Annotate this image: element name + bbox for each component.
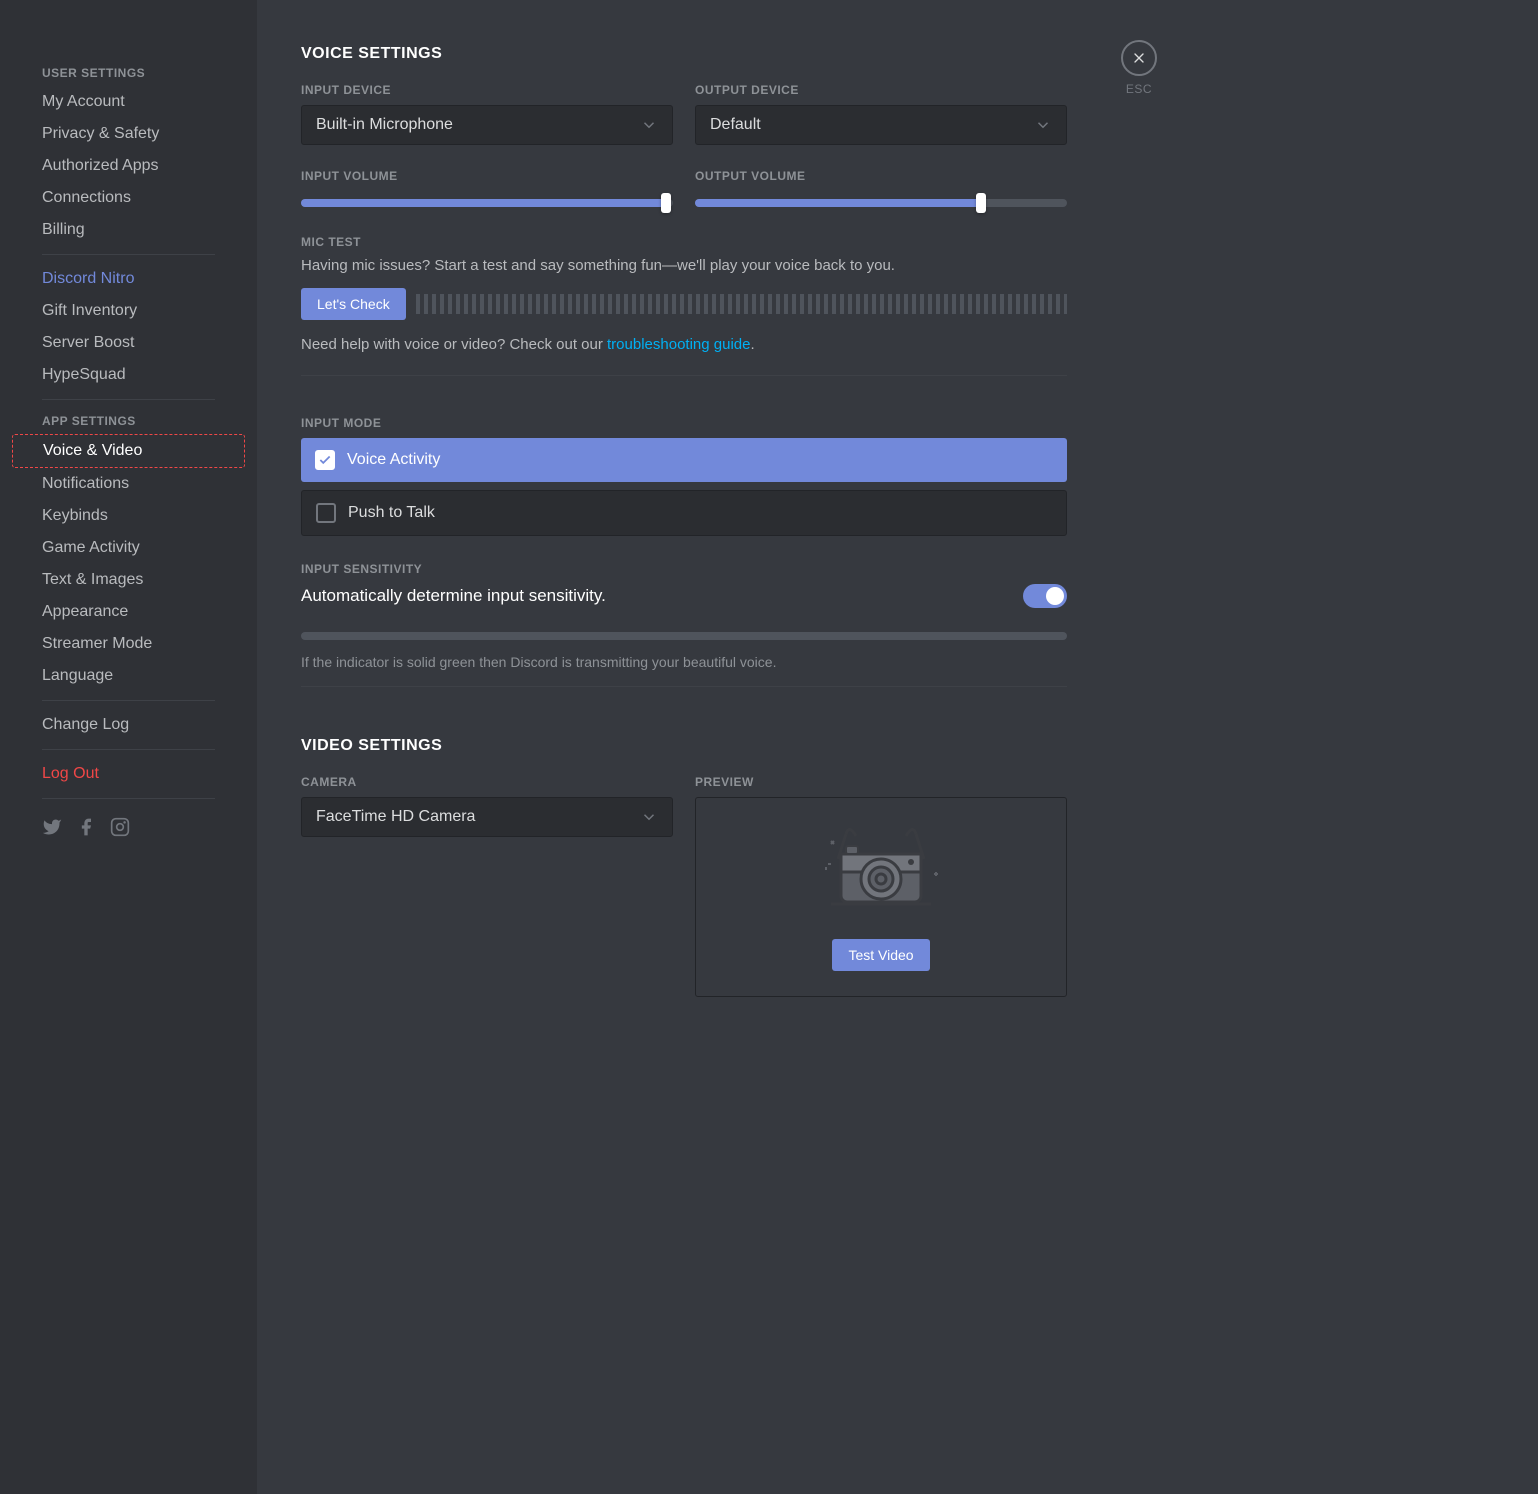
voice-settings-title: VOICE SETTINGS [301, 45, 1067, 63]
sensitivity-helper-text: If the indicator is solid green then Dis… [301, 654, 1067, 670]
close-button-container: ESC [1121, 40, 1157, 96]
input-volume-slider[interactable] [301, 199, 673, 207]
sidebar-item-my-account[interactable]: My Account [12, 86, 245, 118]
input-mode-push-to-talk[interactable]: Push to Talk [301, 490, 1067, 536]
output-volume-label: OUTPUT VOLUME [695, 169, 1067, 183]
push-to-talk-label: Push to Talk [348, 504, 435, 522]
divider [301, 686, 1067, 687]
toggle-thumb [1046, 587, 1064, 605]
divider [42, 749, 215, 750]
sidebar-item-text-images[interactable]: Text & Images [12, 564, 245, 596]
help-text: Need help with voice or video? Check out… [301, 336, 1067, 353]
help-suffix: . [750, 336, 754, 353]
sidebar-item-privacy-safety[interactable]: Privacy & Safety [12, 118, 245, 150]
auto-sensitivity-label: Automatically determine input sensitivit… [301, 586, 606, 606]
app-settings-header: APP SETTINGS [12, 408, 245, 434]
camera-value: FaceTime HD Camera [316, 808, 475, 826]
auto-sensitivity-toggle[interactable] [1023, 584, 1067, 608]
sidebar-item-game-activity[interactable]: Game Activity [12, 532, 245, 564]
sidebar-item-billing[interactable]: Billing [12, 214, 245, 246]
output-volume-slider[interactable] [695, 199, 1067, 207]
input-device-select[interactable]: Built-in Microphone [301, 105, 673, 145]
divider [301, 375, 1067, 376]
camera-select[interactable]: FaceTime HD Camera [301, 797, 673, 837]
input-device-label: INPUT DEVICE [301, 83, 673, 97]
slider-fill [695, 199, 981, 207]
sidebar-item-discord-nitro[interactable]: Discord Nitro [12, 263, 245, 295]
settings-content: ESC VOICE SETTINGS INPUT DEVICE Built-in… [257, 0, 1097, 1494]
chevron-down-icon [640, 116, 658, 134]
sidebar-item-authorized-apps[interactable]: Authorized Apps [12, 150, 245, 182]
slider-thumb[interactable] [661, 193, 671, 213]
video-preview: Test Video [695, 797, 1067, 997]
preview-label: PREVIEW [695, 775, 1067, 789]
voice-activity-label: Voice Activity [347, 451, 440, 469]
settings-sidebar: USER SETTINGS My Account Privacy & Safet… [0, 0, 257, 1494]
troubleshooting-link[interactable]: troubleshooting guide [607, 336, 750, 353]
output-device-value: Default [710, 116, 761, 134]
video-settings-title: VIDEO SETTINGS [301, 737, 1067, 755]
mic-test-indicator [416, 294, 1067, 314]
sidebar-item-language[interactable]: Language [12, 660, 245, 692]
instagram-icon[interactable] [110, 817, 130, 842]
sidebar-item-connections[interactable]: Connections [12, 182, 245, 214]
user-settings-header: USER SETTINGS [12, 60, 245, 86]
test-video-button[interactable]: Test Video [832, 939, 929, 971]
sidebar-item-keybinds[interactable]: Keybinds [12, 500, 245, 532]
input-volume-label: INPUT VOLUME [301, 169, 673, 183]
sidebar-item-notifications[interactable]: Notifications [12, 468, 245, 500]
output-device-select[interactable]: Default [695, 105, 1067, 145]
close-icon [1131, 50, 1147, 66]
mic-test-description: Having mic issues? Start a test and say … [301, 257, 1067, 274]
slider-fill [301, 199, 666, 207]
input-device-value: Built-in Microphone [316, 116, 453, 134]
twitter-icon[interactable] [42, 817, 62, 842]
sidebar-item-voice-video[interactable]: Voice & Video [12, 434, 245, 468]
checkbox-empty-icon [316, 503, 336, 523]
chevron-down-icon [1034, 116, 1052, 134]
input-mode-voice-activity[interactable]: Voice Activity [301, 438, 1067, 482]
output-device-label: OUTPUT DEVICE [695, 83, 1067, 97]
esc-label: ESC [1121, 82, 1157, 96]
sidebar-item-change-log[interactable]: Change Log [12, 709, 245, 741]
camera-label: CAMERA [301, 775, 673, 789]
sensitivity-indicator [301, 632, 1067, 640]
checkbox-checked-icon [315, 450, 335, 470]
sidebar-item-gift-inventory[interactable]: Gift Inventory [12, 295, 245, 327]
help-prefix: Need help with voice or video? Check out… [301, 336, 607, 353]
mic-test-label: MIC TEST [301, 235, 1067, 249]
divider [42, 399, 215, 400]
close-button[interactable] [1121, 40, 1157, 76]
sidebar-item-server-boost[interactable]: Server Boost [12, 327, 245, 359]
sidebar-item-appearance[interactable]: Appearance [12, 596, 245, 628]
input-sensitivity-label: INPUT SENSITIVITY [301, 562, 1067, 576]
slider-thumb[interactable] [976, 193, 986, 213]
facebook-icon[interactable] [76, 817, 96, 842]
sidebar-item-hypesquad[interactable]: HypeSquad [12, 359, 245, 391]
social-icons [12, 807, 245, 852]
chevron-down-icon [640, 808, 658, 826]
camera-placeholder-icon [816, 824, 946, 919]
divider [42, 700, 215, 701]
lets-check-button[interactable]: Let's Check [301, 288, 406, 320]
sidebar-item-log-out[interactable]: Log Out [12, 758, 245, 790]
input-mode-label: INPUT MODE [301, 416, 1067, 430]
sidebar-item-streamer-mode[interactable]: Streamer Mode [12, 628, 245, 660]
divider [42, 254, 215, 255]
divider [42, 798, 215, 799]
